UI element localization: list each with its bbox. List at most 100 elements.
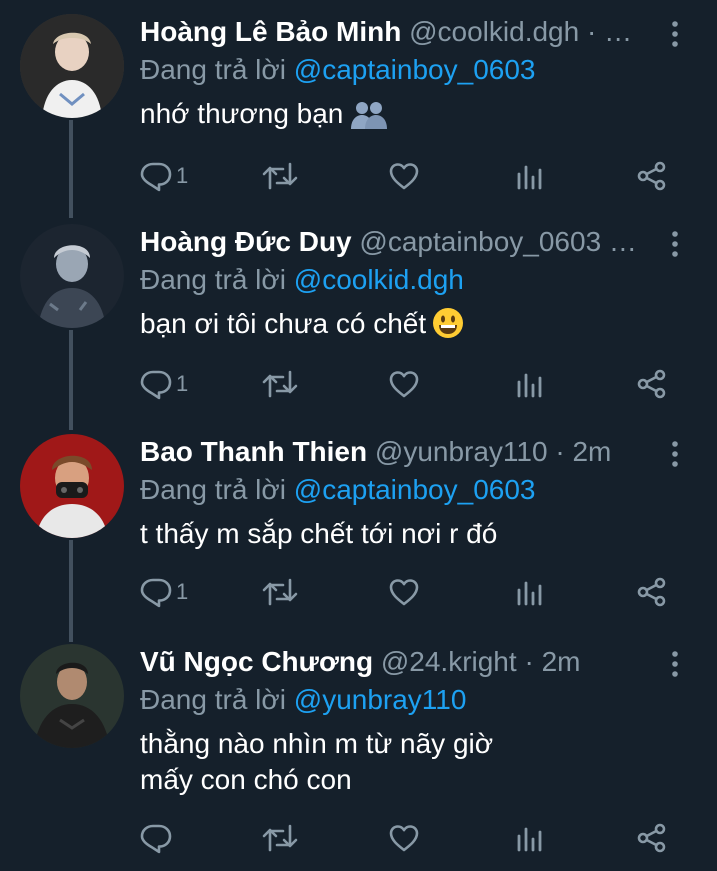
replying-to: Đang trả lời @yunbray110 <box>140 682 466 718</box>
tweet-text: thằng nào nhìn m từ nãy giờ mấy con chó … <box>140 726 517 798</box>
heart-icon <box>388 160 420 192</box>
reply-count: 1 <box>176 371 189 396</box>
tweet-text-content: t thấy m sắp chết tới nơi r đó <box>140 518 498 549</box>
tweet-item[interactable]: Hoàng Đức Duy @captainboy_0603 … Đang tr… <box>0 210 717 420</box>
reply-count: 1 <box>176 163 189 188</box>
tweet-text: bạn ơi tôi chưa có chết <box>140 306 677 348</box>
tweet-actions <box>140 818 680 858</box>
share-button[interactable] <box>636 572 668 612</box>
tweet-text: t thấy m sắp chết tới nơi r đó <box>140 516 677 552</box>
tweet-text-content: nhớ thương bạn <box>140 98 344 129</box>
timestamp: … <box>604 16 633 47</box>
analytics-button[interactable] <box>514 364 546 404</box>
avatar[interactable] <box>20 14 124 118</box>
user-handle[interactable]: @24.kright <box>381 646 517 677</box>
display-name[interactable]: Hoàng Đức Duy <box>140 226 352 257</box>
more-vertical-icon[interactable] <box>665 650 685 678</box>
timestamp: 2m <box>541 646 581 677</box>
analytics-icon <box>514 576 546 608</box>
avatar[interactable] <box>20 224 124 328</box>
mention-link[interactable]: @coolkid.dgh <box>294 264 464 295</box>
share-button[interactable] <box>636 364 668 404</box>
replying-to: Đang trả lời @coolkid.dgh <box>140 262 464 298</box>
replying-to-label: Đang trả lời <box>140 264 286 295</box>
retweet-icon <box>262 822 298 854</box>
user-handle[interactable]: @captainboy_0603 <box>359 226 601 257</box>
like-button[interactable] <box>388 572 420 612</box>
replying-to: Đang trả lời @captainboy_0603 <box>140 472 535 508</box>
reply-icon <box>140 160 172 192</box>
reply-button[interactable] <box>140 818 176 858</box>
share-icon <box>636 822 668 854</box>
retweet-button[interactable] <box>262 364 298 404</box>
tweet-item[interactable]: Vũ Ngọc Chương @24.kright · 2m Đang trả … <box>0 630 717 871</box>
analytics-icon <box>514 368 546 400</box>
share-icon <box>636 160 668 192</box>
like-button[interactable] <box>388 818 420 858</box>
share-button[interactable] <box>636 156 668 196</box>
share-icon <box>636 368 668 400</box>
analytics-button[interactable] <box>514 156 546 196</box>
avatar[interactable] <box>20 644 124 748</box>
timestamp: 2m <box>572 436 612 467</box>
retweet-button[interactable] <box>262 818 298 858</box>
tweet-text-content: thằng nào nhìn m từ nãy giờ mấy con chó … <box>140 728 494 795</box>
replying-to: Đang trả lời @captainboy_0603 <box>140 52 535 88</box>
analytics-icon <box>514 160 546 192</box>
tweet-header: Hoàng Lê Bảo Minh @coolkid.dgh · … <box>140 14 657 50</box>
retweet-button[interactable] <box>262 156 298 196</box>
reply-button[interactable]: 1 <box>140 364 188 404</box>
replying-to-label: Đang trả lời <box>140 54 286 85</box>
tweet-item[interactable]: Hoàng Lê Bảo Minh @coolkid.dgh · … Đang … <box>0 0 717 210</box>
separator-dot: · <box>586 16 597 47</box>
display-name[interactable]: Bao Thanh Thien <box>140 436 367 467</box>
replying-to-label: Đang trả lời <box>140 474 286 505</box>
avatar[interactable] <box>20 434 124 538</box>
tweet-actions: 1 <box>140 364 680 404</box>
grinning-face-emoji <box>432 307 464 348</box>
heart-icon <box>388 368 420 400</box>
like-button[interactable] <box>388 156 420 196</box>
heart-icon <box>388 822 420 854</box>
like-button[interactable] <box>388 364 420 404</box>
tweet-header: Bao Thanh Thien @yunbray110 · 2m <box>140 434 657 470</box>
people-hugging-emoji <box>349 99 389 138</box>
retweet-button[interactable] <box>262 572 298 612</box>
retweet-icon <box>262 160 298 192</box>
reply-icon <box>140 368 172 400</box>
reply-button[interactable]: 1 <box>140 156 188 196</box>
reply-icon <box>140 576 172 608</box>
separator-dot: · <box>524 646 534 677</box>
reply-count: 1 <box>176 579 189 604</box>
tweet-item[interactable]: Bao Thanh Thien @yunbray110 · 2m Đang tr… <box>0 420 717 630</box>
analytics-button[interactable] <box>514 572 546 612</box>
retweet-icon <box>262 368 298 400</box>
mention-link[interactable]: @yunbray110 <box>294 684 467 715</box>
share-icon <box>636 576 668 608</box>
display-name[interactable]: Hoàng Lê Bảo Minh <box>140 16 401 47</box>
timestamp: … <box>608 226 637 257</box>
mention-link[interactable]: @captainboy_0603 <box>294 54 536 85</box>
user-handle[interactable]: @coolkid.dgh <box>409 16 579 47</box>
separator-dot: · <box>555 436 565 467</box>
more-vertical-icon[interactable] <box>665 230 685 258</box>
user-handle[interactable]: @yunbray110 <box>375 436 548 467</box>
share-button[interactable] <box>636 818 668 858</box>
replying-to-label: Đang trả lời <box>140 684 286 715</box>
tweet-actions: 1 <box>140 156 680 196</box>
more-vertical-icon[interactable] <box>665 20 685 48</box>
heart-icon <box>388 576 420 608</box>
tweet-header: Hoàng Đức Duy @captainboy_0603 … <box>140 224 657 260</box>
tweet-actions: 1 <box>140 572 680 612</box>
analytics-button[interactable] <box>514 818 546 858</box>
tweet-text-content: bạn ơi tôi chưa có chết <box>140 308 427 339</box>
analytics-icon <box>514 822 546 854</box>
tweet-text: nhớ thương bạn <box>140 96 677 138</box>
more-vertical-icon[interactable] <box>665 440 685 468</box>
display-name[interactable]: Vũ Ngọc Chương <box>140 646 373 677</box>
mention-link[interactable]: @captainboy_0603 <box>294 474 536 505</box>
reply-button[interactable]: 1 <box>140 572 188 612</box>
reply-icon <box>140 822 172 854</box>
retweet-icon <box>262 576 298 608</box>
tweet-header: Vũ Ngọc Chương @24.kright · 2m <box>140 644 657 680</box>
